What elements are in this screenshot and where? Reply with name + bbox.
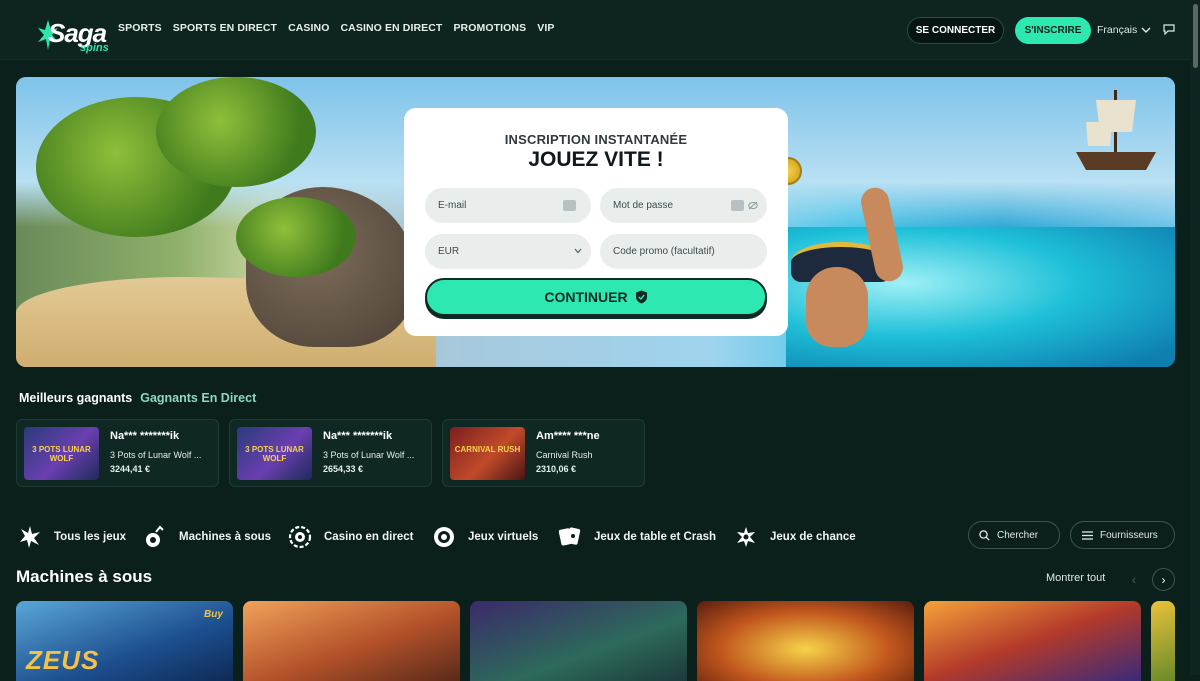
game-title: ZEUS: [26, 645, 100, 675]
winner-game: 3 Pots of Lunar Wolf ...: [110, 450, 202, 460]
currency-select[interactable]: EUR: [425, 234, 591, 269]
category-virtual[interactable]: Jeux virtuels: [432, 522, 538, 552]
winner-card[interactable]: 3 POTS LUNAR WOLF Na*** *******ik 3 Pots…: [16, 419, 219, 487]
nav-sports[interactable]: SPORTS: [118, 22, 162, 34]
email-placeholder: E-mail: [438, 200, 467, 211]
pirate-character: [806, 267, 868, 347]
page-scrollbar[interactable]: [1190, 0, 1200, 675]
all-games-icon: [20, 526, 40, 548]
show-all-link[interactable]: Montrer tout: [1046, 572, 1105, 584]
password-placeholder: Mot de passe: [613, 200, 674, 211]
continue-label: CONTINUER: [544, 289, 628, 305]
login-button[interactable]: SE CONNECTER: [907, 17, 1004, 44]
table-games-icon: [558, 527, 581, 546]
winner-name: Na*** *******ik: [110, 430, 180, 442]
game-thumbnail: 3 POTS LUNAR WOLF: [237, 427, 312, 480]
category-lottery[interactable]: Jeux de chance: [734, 522, 856, 552]
game-tile[interactable]: [470, 601, 687, 681]
game-badge: Buy: [204, 609, 223, 620]
winner-card[interactable]: 3 POTS LUNAR WOLF Na*** *******ik 3 Pots…: [229, 419, 432, 487]
chat-icon[interactable]: [1163, 24, 1175, 35]
thumbnail-title: CARNIVAL RUSH: [454, 445, 521, 454]
menu-icon: [1082, 530, 1093, 540]
email-field[interactable]: E-mail: [425, 188, 591, 223]
signup-button[interactable]: S'INSCRIRE: [1015, 17, 1091, 44]
virtual-games-icon: [434, 527, 454, 547]
providers-button[interactable]: Fournisseurs: [1070, 521, 1175, 549]
hero-palm: [156, 77, 316, 187]
eye-off-icon[interactable]: [748, 201, 758, 210]
promo-code-field[interactable]: Code promo (facultatif): [600, 234, 767, 269]
main-nav: SPORTS SPORTS EN DIRECT CASINO CASINO EN…: [118, 22, 554, 34]
category-label: Jeux virtuels: [468, 531, 539, 543]
top-navigation-bar: Saga spins SPORTS SPORTS EN DIRECT CASIN…: [0, 0, 1200, 60]
lottery-icon: [737, 527, 755, 547]
thumbnail-title: 3 POTS LUNAR WOLF: [32, 445, 91, 463]
slot-machine-icon: [146, 525, 164, 547]
game-search-button[interactable]: Chercher: [968, 521, 1060, 549]
winner-amount: 3244,41 €: [110, 464, 151, 474]
winner-name: Na*** *******ik: [323, 430, 393, 442]
nav-live-sports[interactable]: SPORTS EN DIRECT: [173, 22, 277, 34]
pirate-ship-illustration: [1076, 90, 1156, 170]
nav-promotions[interactable]: PROMOTIONS: [453, 22, 526, 34]
chevron-down-icon: [1141, 27, 1151, 33]
page-scrollbar-thumb[interactable]: [1193, 4, 1198, 68]
game-tile[interactable]: ZEUS Buy: [16, 601, 233, 681]
winner-game: 3 Pots of Lunar Wolf ...: [323, 450, 415, 460]
promo-placeholder: Code promo (facultatif): [613, 246, 715, 257]
game-thumbnail: CARNIVAL RUSH: [450, 427, 525, 480]
autofill-icon: [731, 200, 744, 211]
signup-form-card: INSCRIPTION INSTANTANÉE JOUEZ VITE ! E-m…: [404, 108, 788, 336]
carousel-prev-button[interactable]: ‹: [1126, 570, 1142, 588]
game-tile[interactable]: [1151, 601, 1175, 681]
shield-check-icon: [635, 290, 647, 304]
providers-label: Fournisseurs: [1100, 529, 1158, 541]
chevron-left-icon: ‹: [1131, 571, 1137, 587]
winner-name: Am**** ***ne: [536, 430, 600, 442]
category-label: Tous les jeux: [54, 531, 127, 543]
category-slots[interactable]: Machines à sous: [143, 522, 271, 552]
game-tile[interactable]: [924, 601, 1141, 681]
search-icon: [979, 529, 990, 541]
winner-amount: 2654,33 €: [323, 464, 364, 474]
language-selector[interactable]: Français: [1097, 24, 1151, 36]
form-kicker: INSCRIPTION INSTANTANÉE: [504, 132, 688, 147]
site-logo[interactable]: Saga spins: [18, 8, 109, 54]
category-table-crash[interactable]: Jeux de table et Crash: [558, 522, 716, 552]
game-thumbnail: 3 POTS LUNAR WOLF: [24, 427, 99, 480]
thumbnail-title: 3 POTS LUNAR WOLF: [245, 445, 304, 463]
form-title: JOUEZ VITE !: [528, 148, 664, 171]
live-casino-icon: [288, 525, 312, 549]
carousel-next-button[interactable]: ›: [1152, 568, 1175, 591]
winners-tabs: Meilleurs gagnants Gagnants En Direct: [19, 391, 256, 405]
category-label: Jeux de table et Crash: [594, 531, 717, 543]
category-live-casino[interactable]: Casino en direct: [288, 522, 413, 552]
section-title: Machines à sous: [16, 567, 153, 586]
language-label: Français: [1097, 24, 1138, 36]
chevron-down-icon: [574, 248, 582, 254]
game-tile[interactable]: [697, 601, 914, 681]
currency-value: EUR: [438, 246, 460, 257]
chevron-right-icon: ›: [1161, 572, 1166, 587]
password-field[interactable]: Mot de passe: [600, 188, 767, 223]
category-all-games[interactable]: Tous les jeux: [18, 522, 126, 552]
winner-card[interactable]: CARNIVAL RUSH Am**** ***ne Carnival Rush…: [442, 419, 645, 487]
nav-casino[interactable]: CASINO: [288, 22, 329, 34]
autofill-icon: [563, 200, 576, 211]
category-label: Casino en direct: [324, 531, 414, 543]
nav-live-casino[interactable]: CASINO EN DIRECT: [341, 22, 443, 34]
winner-amount: 2310,06 €: [536, 464, 577, 474]
nav-vip[interactable]: VIP: [537, 22, 554, 34]
continue-button[interactable]: CONTINUER: [425, 278, 767, 316]
winner-game: Carnival Rush: [536, 450, 593, 460]
category-label: Machines à sous: [179, 531, 272, 543]
tab-best-winners[interactable]: Meilleurs gagnants: [19, 391, 132, 405]
game-tile[interactable]: [243, 601, 460, 681]
search-label: Chercher: [997, 529, 1039, 541]
tab-live-winners[interactable]: Gagnants En Direct: [140, 391, 256, 405]
category-label: Jeux de chance: [770, 531, 856, 543]
logo-subtext: spins: [80, 42, 109, 54]
hero-palm: [236, 197, 356, 277]
